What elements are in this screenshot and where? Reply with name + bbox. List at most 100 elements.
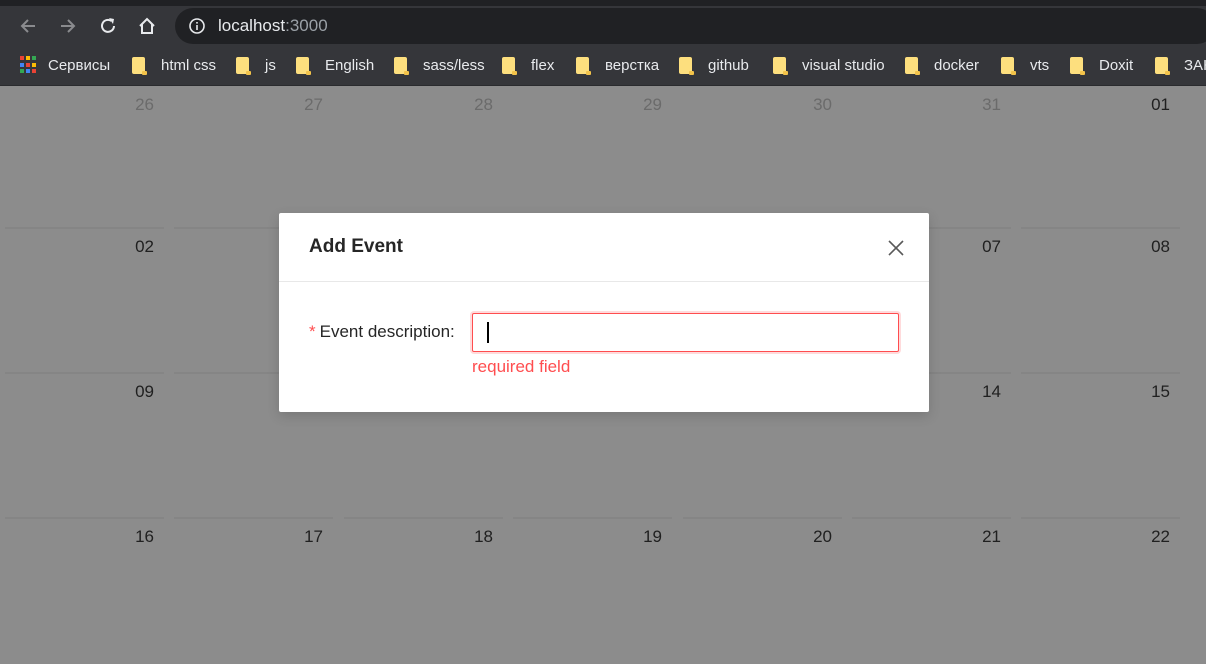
calendar-day-number: 22 — [1151, 527, 1170, 546]
calendar-day-number: 20 — [813, 527, 832, 546]
bookmark-doxit[interactable]: Doxit — [1070, 55, 1133, 75]
folder-icon — [905, 56, 920, 75]
calendar-day-cell[interactable]: 09 — [5, 372, 164, 515]
home-button[interactable] — [133, 12, 161, 40]
validation-error: required field — [472, 357, 571, 376]
bookmark-zak[interactable]: ЗАК — [1155, 55, 1206, 75]
calendar-day-number: 19 — [643, 527, 662, 546]
required-mark: * — [309, 322, 316, 341]
folder-icon — [1155, 56, 1170, 75]
calendar-day-cell[interactable]: 16 — [5, 517, 164, 660]
bookmark-label: верстка — [605, 56, 660, 74]
calendar-day-cell[interactable]: 22 — [1021, 517, 1180, 660]
calendar-day-number: 16 — [135, 527, 154, 546]
event-description-input[interactable] — [472, 313, 899, 352]
home-icon — [139, 17, 155, 34]
bookmark-label: ЗАК — [1184, 56, 1206, 74]
bookmark-github[interactable]: github — [679, 55, 749, 75]
folder-icon — [236, 56, 251, 75]
calendar-day-cell[interactable]: 02 — [5, 227, 164, 370]
calendar-day-cell[interactable]: 18 — [344, 517, 503, 660]
bookmark-docker[interactable]: docker — [905, 55, 979, 75]
url-text: localhost:3000 — [218, 16, 328, 36]
folder-icon — [296, 56, 311, 75]
bookmark-sass-less[interactable]: sass/less — [394, 55, 485, 75]
calendar-day-number: 07 — [982, 237, 1001, 256]
bookmark-label: flex — [531, 56, 555, 74]
calendar-day-number: 27 — [304, 95, 323, 114]
calendar-day-number: 28 — [474, 95, 493, 114]
calendar-day-cell[interactable]: 17 — [174, 517, 333, 660]
bookmark-label: vts — [1030, 56, 1050, 74]
apps-grid-icon — [20, 56, 38, 74]
bookmark-flex[interactable]: flex — [502, 55, 554, 75]
calendar-day-number: 14 — [982, 382, 1001, 401]
calendar-day-number: 30 — [813, 95, 832, 114]
event-description-label: * Event description: — [309, 322, 455, 342]
bookmark-vts[interactable]: vts — [1001, 55, 1049, 75]
calendar-day-cell[interactable]: 21 — [852, 517, 1011, 660]
calendar-day-number: 17 — [304, 527, 323, 546]
calendar-day-number: 29 — [643, 95, 662, 114]
calendar-day-number: 09 — [135, 382, 154, 401]
modal-header: Add Event — [279, 213, 929, 282]
calendar-day-cell[interactable]: 26 — [5, 87, 164, 230]
folder-icon — [679, 56, 694, 75]
bookmark-label: html css — [161, 56, 217, 74]
modal-title: Add Event — [309, 236, 403, 257]
calendar-day-cell[interactable]: 28 — [344, 87, 503, 230]
bookmark-visual-studio[interactable]: visual studio — [773, 55, 885, 75]
calendar-day-cell[interactable]: 20 — [683, 517, 842, 660]
bookmark-label: github — [708, 56, 749, 74]
folder-icon — [576, 56, 591, 75]
folder-icon — [394, 56, 409, 75]
close-icon — [888, 240, 904, 256]
field-label-text: Event description — [319, 322, 451, 341]
calendar-day-cell[interactable]: 08 — [1021, 227, 1180, 370]
arrow-right-icon — [61, 19, 76, 33]
calendar-day-number: 31 — [982, 95, 1001, 114]
folder-icon — [1070, 56, 1085, 75]
folder-icon — [1001, 56, 1016, 75]
calendar-day-cell[interactable]: 30 — [683, 87, 842, 230]
bookmark-label: visual studio — [802, 56, 885, 74]
field-label-suffix: : — [450, 322, 455, 341]
folder-icon — [132, 56, 147, 75]
bookmarks-bar: Сервисы html css js English sass/less fl… — [0, 44, 1206, 86]
calendar-day-number: 15 — [1151, 382, 1170, 401]
reload-icon — [101, 18, 115, 33]
folder-icon — [502, 56, 517, 75]
bookmark-label: Doxit — [1099, 56, 1134, 74]
info-icon[interactable] — [188, 17, 206, 35]
calendar-day-cell[interactable]: 15 — [1021, 372, 1180, 515]
calendar-day-number: 26 — [135, 95, 154, 114]
bookmark-js[interactable]: js — [236, 55, 276, 75]
calendar-day-cell[interactable]: 27 — [174, 87, 333, 230]
arrow-left-icon — [20, 19, 35, 33]
calendar-day-number: 02 — [135, 237, 154, 256]
address-bar[interactable]: localhost:3000 — [175, 8, 1206, 44]
back-button[interactable] — [14, 12, 42, 40]
calendar-day-cell[interactable]: 29 — [513, 87, 672, 230]
reload-button[interactable] — [94, 12, 122, 40]
bookmark-label: English — [325, 56, 375, 74]
calendar-day-cell[interactable]: 19 — [513, 517, 672, 660]
bookmark-html-css[interactable]: html css — [132, 55, 216, 75]
bookmark-english[interactable]: English — [296, 55, 374, 75]
add-event-modal: Add Event * Event description: required f… — [279, 213, 929, 412]
close-button[interactable] — [887, 239, 905, 257]
bookmark-verstka[interactable]: верстка — [576, 55, 659, 75]
calendar-day-cell[interactable]: 01 — [1021, 87, 1180, 230]
calendar-day-number: 21 — [982, 527, 1001, 546]
calendar-day-number: 08 — [1151, 237, 1170, 256]
calendar-day-number: 18 — [474, 527, 493, 546]
bookmark-label: js — [265, 56, 276, 74]
text-caret — [487, 322, 489, 343]
forward-button[interactable] — [54, 12, 82, 40]
calendar-day-number: 01 — [1151, 95, 1170, 114]
bookmark-services[interactable]: Сервисы — [20, 55, 110, 75]
folder-icon — [773, 56, 788, 75]
browser-toolbar: localhost:3000 — [0, 6, 1206, 44]
calendar-day-cell[interactable]: 31 — [852, 87, 1011, 230]
bookmark-label: docker — [934, 56, 980, 74]
